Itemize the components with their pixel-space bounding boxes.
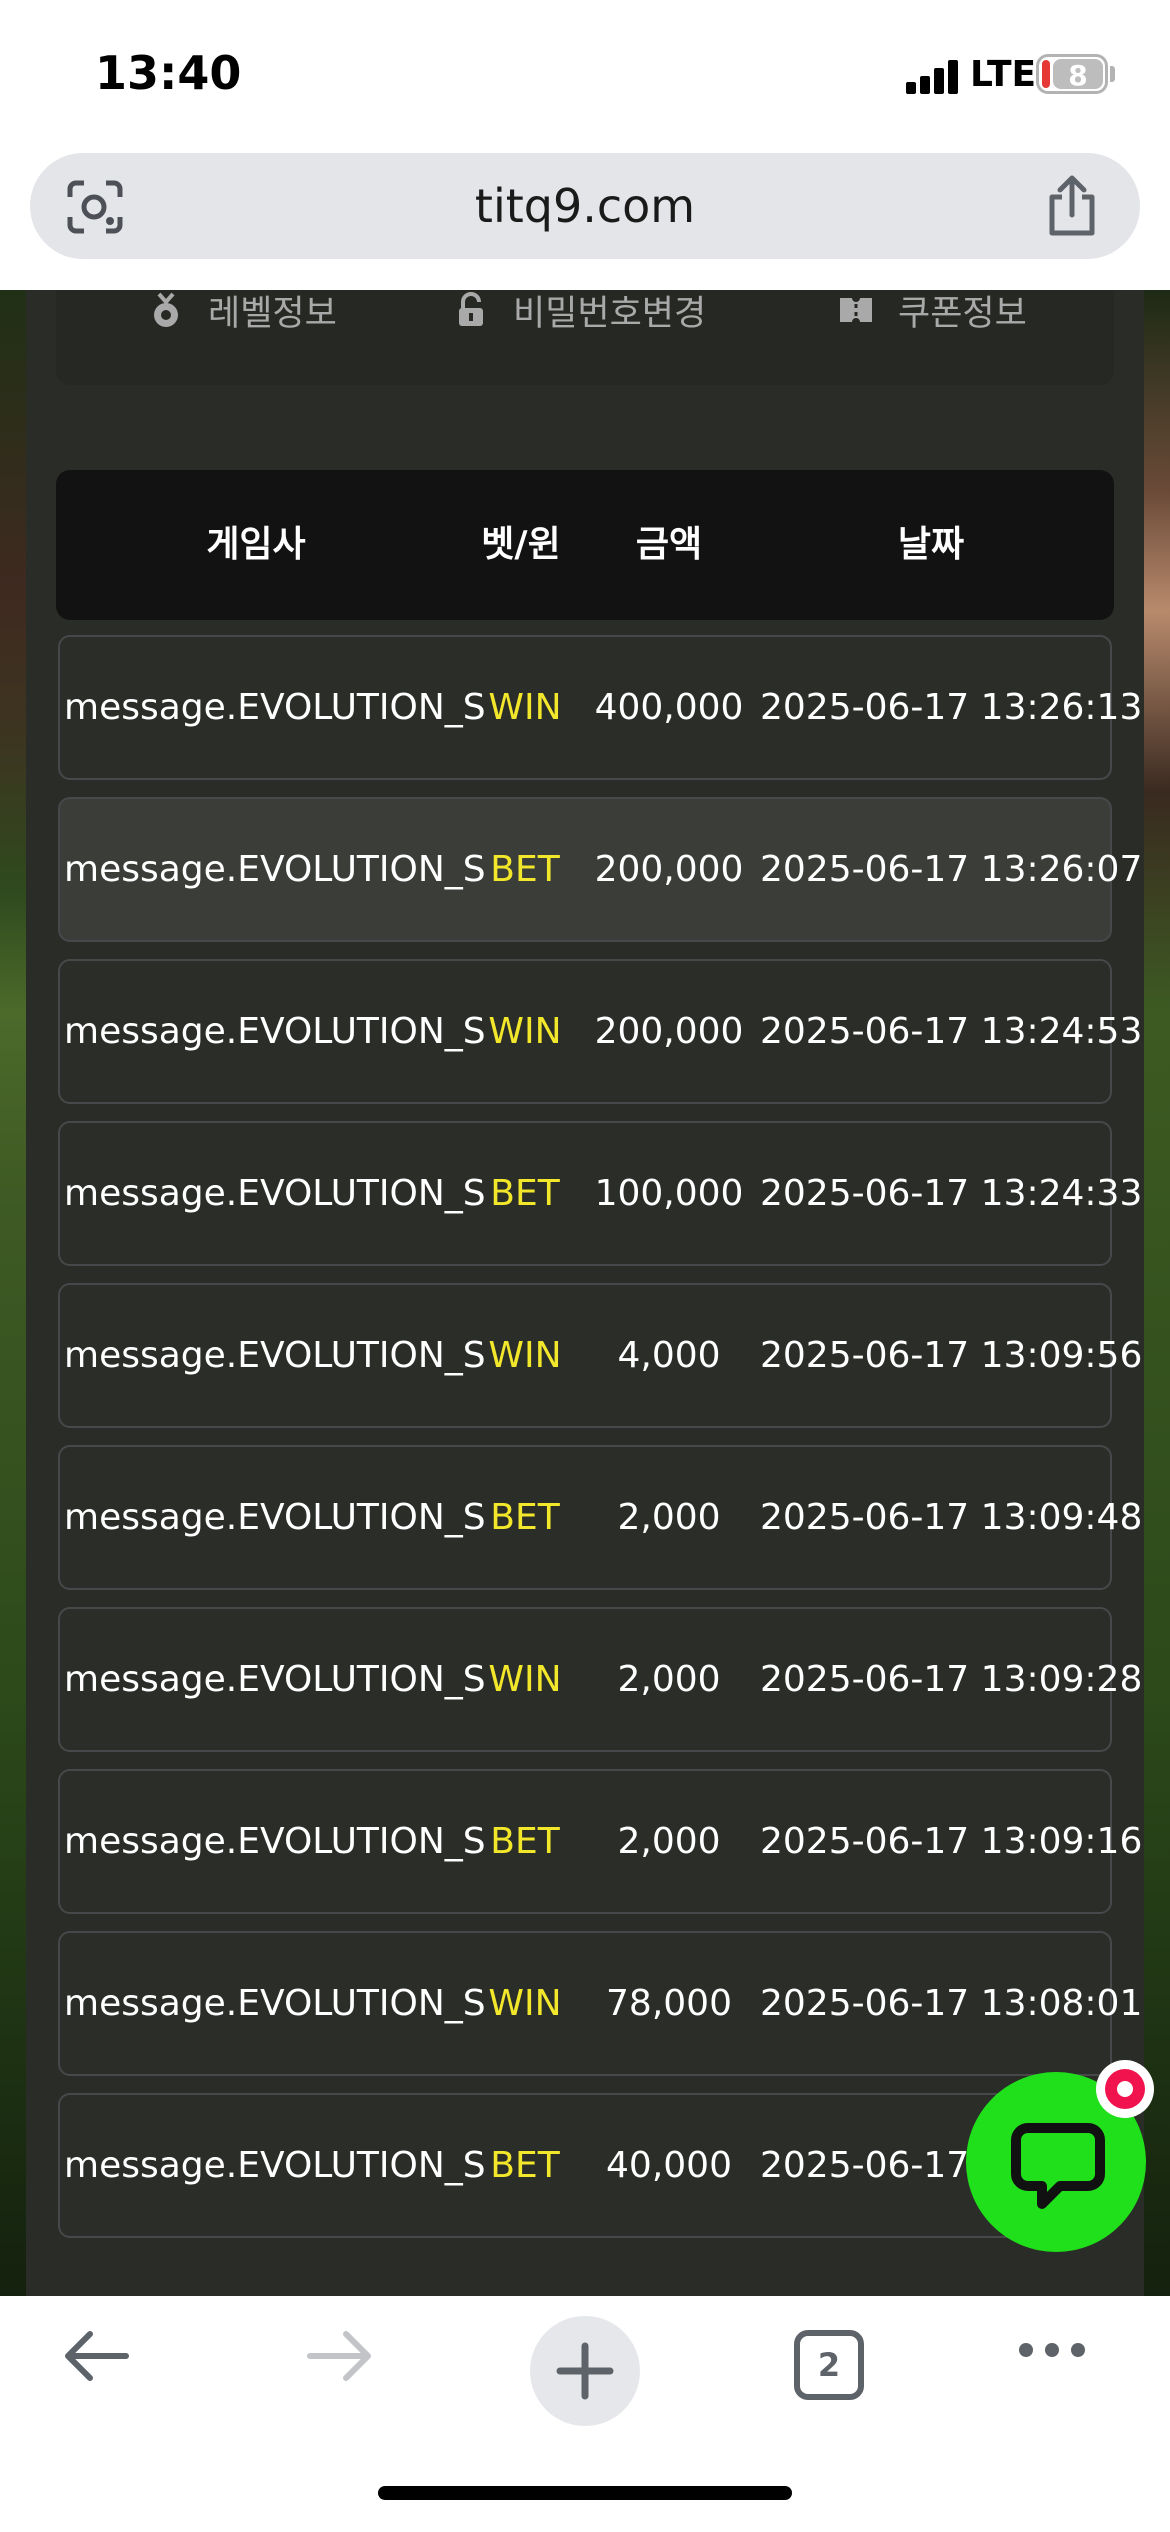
cell-game: message.EVOLUTION_S (64, 1821, 486, 1862)
table-row: message.EVOLUTION_S BET 100,000 2025-06-17 … (58, 1121, 1143, 1266)
menu-coupon-info-label: 쿠폰정보 (898, 293, 1027, 334)
cell-date: 2025-06-17 13:24:33 (760, 1173, 1143, 1214)
table-row: message.EVOLUTION_S BET 200,000 2025-06-17 … (58, 797, 1143, 942)
ticket-icon (840, 298, 872, 322)
share-icon[interactable] (1044, 175, 1100, 237)
battery-icon: 8 (1036, 54, 1108, 94)
cell-type: BET (490, 1497, 560, 1538)
cell-date: 2025-06-17 13:09:28 (760, 1659, 1143, 1700)
battery-level: 8 (1053, 59, 1103, 92)
cell-game: message.EVOLUTION_S (64, 1497, 486, 1538)
address-bar[interactable]: titq9.com (30, 153, 1140, 259)
cell-date: 2025-06-17 13:08:01 (760, 1983, 1143, 2024)
medal-icon (154, 292, 178, 327)
header-game: 게임사 (206, 524, 306, 565)
cell-game: message.EVOLUTION_S (64, 1659, 486, 1700)
battery-cap (1110, 66, 1115, 82)
cell-amount: 200,000 (594, 1011, 744, 1052)
notification-dot (1117, 2081, 1133, 2097)
table-row: message.EVOLUTION_S BET 2,000 2025-06-17 13… (58, 1769, 1143, 1914)
table-row: message.EVOLUTION_S BET 40,000 2025-06-17 1… (58, 2093, 1142, 2238)
cell-type: WIN (488, 1011, 562, 1052)
cell-date: 2025-06-17 13:26:13 (760, 687, 1143, 728)
cell-type: WIN (488, 1335, 562, 1376)
cell-type: BET (490, 1173, 560, 1214)
cell-amount: 200,000 (594, 849, 744, 890)
cell-type: WIN (488, 687, 562, 728)
table-row: message.EVOLUTION_S WIN 200,000 2025-06-17 … (58, 959, 1143, 1104)
cell-type: WIN (488, 1659, 562, 1700)
tab-switcher-button[interactable]: 2 (794, 2330, 864, 2400)
cell-game: message.EVOLUTION_S (64, 2145, 486, 2186)
cell-amount: 100,000 (594, 1173, 744, 1214)
new-tab-button[interactable] (530, 2316, 640, 2426)
cell-amount: 400,000 (594, 687, 744, 728)
background-image-left (0, 290, 26, 2296)
status-bar: 13:40 LTE 8 (0, 0, 1170, 150)
cell-amount: 40,000 (606, 2145, 732, 2186)
home-indicator (378, 2486, 792, 2500)
back-arrow-icon[interactable] (60, 2326, 132, 2386)
menu-change-password[interactable]: 비밀번호변경 (451, 290, 706, 340)
cell-amount: 78,000 (606, 1983, 732, 2024)
url-text[interactable]: titq9.com (30, 179, 1140, 233)
cell-date: 2025-06-17 13:09:56 (760, 1335, 1143, 1376)
cellular-signal-icon (906, 58, 958, 94)
menu-level-info[interactable]: 레벨정보 (146, 290, 337, 340)
table-row: message.EVOLUTION_S WIN 78,000 2025-06-17 1… (58, 1931, 1143, 2076)
cell-amount: 2,000 (617, 1821, 721, 1862)
cell-date: 2025-06-17 13:09:16 (760, 1821, 1143, 1862)
cell-game: message.EVOLUTION_S (64, 1173, 486, 1214)
cell-date: 2025-06-17 13:26:07 (760, 849, 1143, 890)
cell-type: WIN (488, 1983, 562, 2024)
table-row: message.EVOLUTION_S WIN 400,000 2025-06-17 … (58, 635, 1143, 780)
cell-game: message.EVOLUTION_S (64, 849, 486, 890)
background-image-right (1144, 290, 1170, 2296)
cell-game: message.EVOLUTION_S (64, 687, 486, 728)
plus-icon (556, 2342, 614, 2400)
header-date: 날짜 (897, 524, 965, 565)
cell-date: 2025-06-17 13:24:53 (760, 1011, 1143, 1052)
cell-game: message.EVOLUTION_S (64, 1011, 486, 1052)
forward-arrow-icon[interactable] (304, 2326, 376, 2386)
header-type: 벳/윈 (481, 524, 561, 565)
menu-change-password-label: 비밀번호변경 (513, 293, 707, 334)
table-header: 게임사 벳/윈 금액 날짜 (56, 470, 1114, 620)
cell-game: message.EVOLUTION_S (64, 1335, 486, 1376)
menu-coupon-info[interactable]: 쿠폰정보 (836, 290, 1027, 340)
more-options-icon[interactable] (1016, 2338, 1088, 2362)
table-row: message.EVOLUTION_S WIN 4,000 2025-06-17 13… (58, 1283, 1143, 1428)
network-type: LTE (970, 54, 1037, 95)
header-amount: 금액 (635, 524, 703, 565)
cell-type: BET (490, 2145, 560, 2186)
cell-game: message.EVOLUTION_S (64, 1983, 486, 2024)
table-row: message.EVOLUTION_S BET 2,000 2025-06-17 13… (58, 1445, 1143, 1590)
status-time: 13:40 (95, 46, 242, 100)
cell-date: 2025-06-17 13:09:48 (760, 1497, 1143, 1538)
chat-bubble-icon (1011, 2123, 1105, 2209)
cell-amount: 2,000 (617, 1659, 721, 1700)
cell-type: BET (490, 849, 560, 890)
lock-icon (459, 292, 483, 326)
menu-level-info-label: 레벨정보 (208, 293, 337, 334)
cell-type: BET (490, 1821, 560, 1862)
cell-amount: 2,000 (617, 1497, 721, 1538)
account-menu: 레벨정보 비밀번호변경 쿠폰정보 (56, 290, 1114, 385)
bet-history-panel: 레벨정보 비밀번호변경 쿠폰정보 게임사 벳/윈 금액 날짜 message.E… (26, 290, 1144, 2296)
web-page: 레벨정보 비밀번호변경 쿠폰정보 게임사 벳/윈 금액 날짜 message.E… (0, 290, 1170, 2296)
cell-amount: 4,000 (617, 1335, 721, 1376)
table-row: message.EVOLUTION_S WIN 2,000 2025-06-17 13… (58, 1607, 1143, 1752)
